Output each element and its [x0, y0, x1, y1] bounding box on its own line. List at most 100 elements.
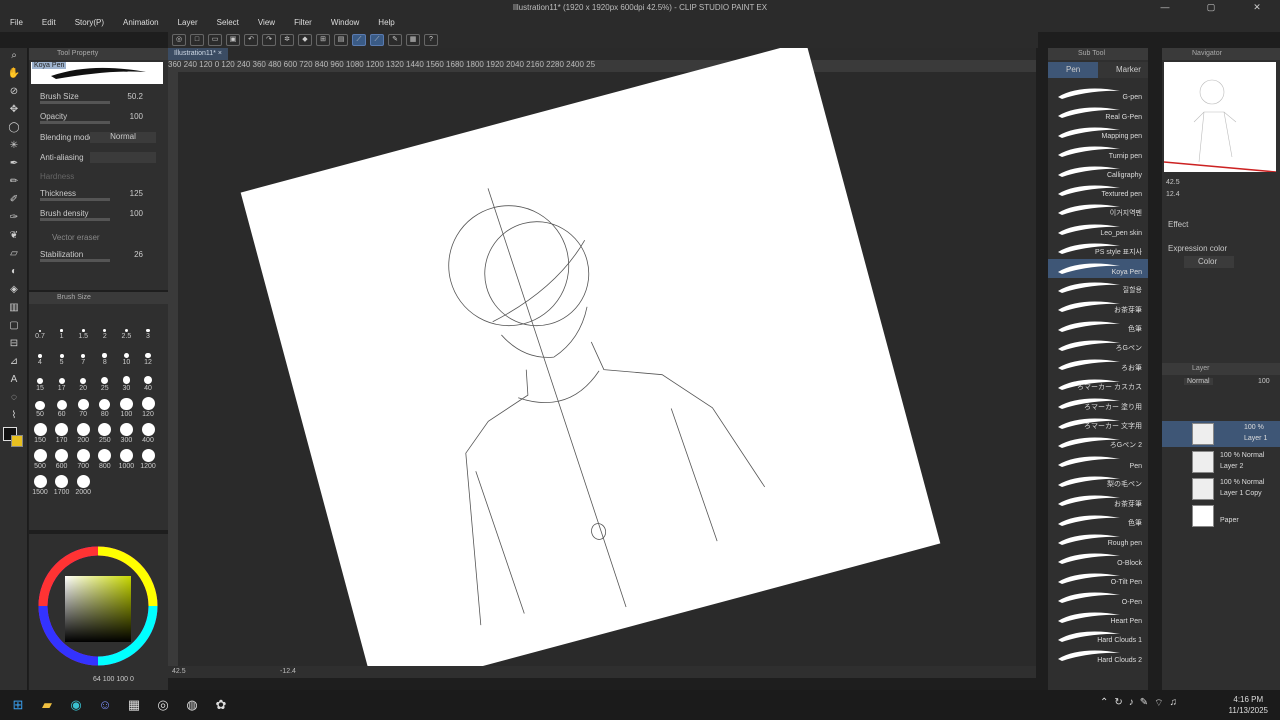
navigator-zoom[interactable]: 42.5: [1166, 179, 1180, 186]
brush-size-option[interactable]: 120: [138, 396, 158, 418]
clock[interactable]: 4:16 PM 11/13/2025: [1229, 694, 1268, 716]
brush-size-option[interactable]: 500: [30, 448, 50, 470]
brush-size-option[interactable]: 12: [138, 344, 158, 366]
sub-tool-item[interactable]: Mapping pen: [1048, 123, 1148, 142]
eyedropper-icon[interactable]: ⊘: [7, 85, 21, 99]
menu-window[interactable]: Window: [321, 15, 368, 31]
thickness-slider[interactable]: [40, 198, 110, 201]
sub-tool-item[interactable]: 이거지역펜: [1048, 200, 1148, 219]
layer-row[interactable]: Paper: [1162, 503, 1280, 529]
magic-wand-icon[interactable]: ✳: [7, 139, 21, 153]
density-slider[interactable]: [40, 218, 110, 221]
clip-studio-taskbar-icon[interactable]: ◍: [181, 694, 203, 716]
fill-bucket-icon[interactable]: ◈: [7, 283, 21, 297]
layer-blend-mode[interactable]: Normal: [1184, 378, 1213, 385]
tab-pen[interactable]: Pen: [1048, 62, 1098, 78]
menu-edit[interactable]: Edit: [32, 15, 65, 31]
brush-size-option[interactable]: 2.5: [116, 318, 136, 340]
opacity-row[interactable]: Opacity 100: [40, 112, 155, 124]
drawing-paper[interactable]: [240, 48, 941, 670]
sub-tool-item[interactable]: 질할용: [1048, 278, 1148, 297]
density-value[interactable]: 100: [130, 209, 143, 218]
text-tool-icon[interactable]: A: [7, 373, 21, 387]
brush-size-option[interactable]: 1700: [52, 474, 72, 496]
sub-tool-item[interactable]: Rough pen: [1048, 530, 1148, 549]
speaker-icon[interactable]: ♫: [1170, 697, 1178, 710]
sub-tool-item[interactable]: Leo_pen skin: [1048, 220, 1148, 239]
sub-tool-item[interactable]: 色筆: [1048, 511, 1148, 530]
brush-size-option[interactable]: 10: [116, 344, 136, 366]
brush-size-option[interactable]: 1000: [116, 448, 136, 470]
redo-icon[interactable]: ↷: [262, 34, 276, 46]
brush-size-option[interactable]: 150: [30, 422, 50, 444]
menu-select[interactable]: Select: [207, 15, 248, 31]
brush-size-option[interactable]: 17: [52, 370, 72, 392]
brush-size-option[interactable]: 60: [52, 396, 72, 418]
save-icon[interactable]: ▣: [226, 34, 240, 46]
new-file-icon[interactable]: □: [190, 34, 204, 46]
layer-row[interactable]: 100 % Normal Layer 2: [1162, 449, 1280, 475]
wifi-icon[interactable]: ⌔: [1154, 697, 1163, 710]
brush-size-option[interactable]: 0.7: [30, 318, 50, 340]
correct-line-icon[interactable]: ⌇: [7, 409, 21, 423]
tab-marker[interactable]: Marker: [1098, 62, 1148, 78]
brush-size-option[interactable]: 2: [95, 318, 115, 340]
thickness-row[interactable]: Thickness 125: [40, 189, 155, 201]
opacity-value[interactable]: 100: [130, 112, 143, 121]
microphone-icon[interactable]: ♪: [1129, 697, 1134, 710]
brush-size-option[interactable]: 400: [138, 422, 158, 444]
menu-help[interactable]: Help: [368, 15, 403, 31]
brush-size-option[interactable]: 250: [95, 422, 115, 444]
app-icon[interactable]: ▦: [123, 694, 145, 716]
brush-size-option[interactable]: 200: [73, 422, 93, 444]
brush-size-option[interactable]: 70: [73, 396, 93, 418]
menu-story[interactable]: Story(P): [65, 15, 113, 31]
navigator-angle[interactable]: 12.4: [1166, 191, 1180, 198]
vector-eraser-row[interactable]: Vector eraser: [52, 233, 167, 242]
transform-icon[interactable]: ⊞: [316, 34, 330, 46]
clear-icon[interactable]: ✲: [280, 34, 294, 46]
brush-size-option[interactable]: 1500: [30, 474, 50, 496]
density-row[interactable]: Brush density 100: [40, 209, 155, 221]
brush-size-option[interactable]: 25: [95, 370, 115, 392]
snap-grid-icon[interactable]: ⟋: [370, 34, 384, 46]
chevron-up-icon[interactable]: ⌃: [1100, 697, 1108, 710]
color-wheel[interactable]: [33, 544, 163, 674]
sub-tool-item[interactable]: PS style 표지사: [1048, 239, 1148, 258]
hand-icon[interactable]: ✋: [7, 67, 21, 81]
sub-tool-item[interactable]: お茶芽筆: [1048, 297, 1148, 316]
eraser-icon[interactable]: ▱: [7, 247, 21, 261]
brush-size-option[interactable]: 1: [52, 318, 72, 340]
clip-studio-icon[interactable]: ◎: [172, 34, 186, 46]
move-icon[interactable]: ✥: [7, 103, 21, 117]
brush-size-option[interactable]: 5: [52, 344, 72, 366]
sub-tool-item[interactable]: 梨の毛ペン: [1048, 472, 1148, 491]
brush-size-option[interactable]: 2000: [73, 474, 93, 496]
sub-tool-item[interactable]: お茶芽筆: [1048, 491, 1148, 510]
gradient-icon[interactable]: ▥: [7, 301, 21, 315]
discord-icon[interactable]: ☺: [94, 694, 116, 716]
brush-size-option[interactable]: 80: [95, 396, 115, 418]
zoom-readout[interactable]: 42.5: [172, 666, 186, 678]
snap-special-ruler-icon[interactable]: ⟋: [352, 34, 366, 46]
layer-row[interactable]: 100 % Layer 1: [1162, 421, 1280, 447]
brush-size-option[interactable]: 8: [95, 344, 115, 366]
stabilization-row[interactable]: Stabilization 26: [40, 250, 155, 262]
sub-tool-item[interactable]: ろGペン 2: [1048, 433, 1148, 452]
brush-size-option[interactable]: 30: [116, 370, 136, 392]
brush-size-option[interactable]: 50: [30, 396, 50, 418]
undo-icon[interactable]: ↶: [244, 34, 258, 46]
help-icon[interactable]: ?: [424, 34, 438, 46]
sub-tool-item[interactable]: O-Block: [1048, 549, 1148, 568]
antialias-row[interactable]: Anti-aliasing: [40, 152, 156, 163]
layer-opacity[interactable]: 100: [1258, 378, 1270, 385]
maximize-button[interactable]: ▢: [1188, 0, 1234, 14]
steam-icon[interactable]: ◎: [152, 694, 174, 716]
file-explorer-icon[interactable]: ▰: [36, 694, 58, 716]
zoom-icon[interactable]: ⌕: [7, 49, 21, 63]
brush-size-value[interactable]: 50.2: [127, 92, 143, 101]
brush-size-option[interactable]: 40: [138, 370, 158, 392]
lasso-icon[interactable]: ◯: [7, 121, 21, 135]
update-icon[interactable]: ↻: [1114, 697, 1122, 710]
brush-size-option[interactable]: 1.5: [73, 318, 93, 340]
